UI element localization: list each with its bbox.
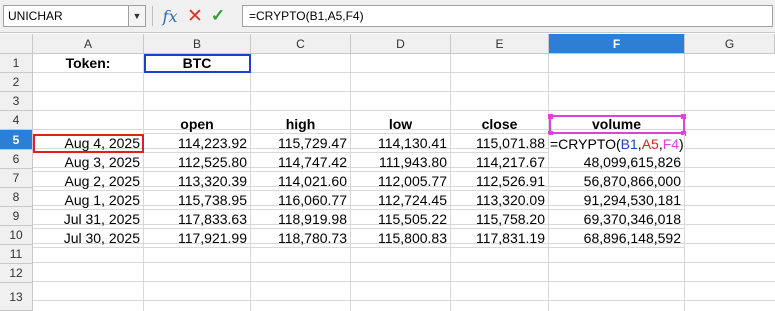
cell-b1-token-value[interactable]: BTC: [144, 54, 251, 73]
column-header-e[interactable]: E: [451, 34, 549, 54]
ref-handle[interactable]: [681, 114, 686, 119]
cell-open[interactable]: 114,223.92: [144, 134, 251, 153]
row-header-5[interactable]: 5: [0, 130, 33, 150]
formula-suffix: ): [679, 136, 684, 152]
formula-text: =CRYPTO(B1,A5,F4): [249, 9, 364, 23]
select-all-corner[interactable]: [0, 34, 33, 54]
function-wizard-icon[interactable]: fx: [160, 5, 180, 27]
cell-open[interactable]: 113,320.39: [144, 172, 251, 191]
row-header-3[interactable]: 3: [0, 92, 33, 111]
column-header-g[interactable]: G: [685, 34, 775, 54]
formula-ref-a5: A5: [641, 136, 659, 152]
column-header-b[interactable]: B: [144, 34, 251, 54]
row-header-8[interactable]: 8: [0, 188, 33, 207]
cell-high[interactable]: 118,780.73: [251, 229, 351, 248]
formula-ref-f4: F4: [662, 136, 680, 152]
cell-close[interactable]: 115,071.88: [451, 134, 549, 153]
cell-close[interactable]: 112,526.91: [451, 172, 549, 191]
cell-high[interactable]: 114,021.60: [251, 172, 351, 191]
cell-date[interactable]: Aug 2, 2025: [33, 172, 144, 191]
cell-open[interactable]: 112,525.80: [144, 153, 251, 172]
header-volume[interactable]: volume: [549, 115, 685, 134]
row-header-1[interactable]: 1: [0, 54, 33, 73]
cell-low[interactable]: 112,724.45: [351, 191, 451, 210]
column-header-c[interactable]: C: [251, 34, 351, 54]
formula-prefix: =CRYPTO(: [550, 136, 621, 152]
cell-date[interactable]: Aug 1, 2025: [33, 191, 144, 210]
cell-low[interactable]: 112,005.77: [351, 172, 451, 191]
cell-low[interactable]: 111,943.80: [351, 153, 451, 172]
cell-date[interactable]: Aug 3, 2025: [33, 153, 144, 172]
cell-close[interactable]: 117,831.19: [451, 229, 549, 248]
row-header-9[interactable]: 9: [0, 207, 33, 226]
row-header-4[interactable]: 4: [0, 111, 33, 130]
row-header-11[interactable]: 11: [0, 245, 33, 264]
cell-open[interactable]: 117,921.99: [144, 229, 251, 248]
name-box[interactable]: UNICHAR ▼: [3, 5, 146, 27]
header-high[interactable]: high: [251, 115, 351, 134]
cell-volume[interactable]: 56,870,866,000: [549, 172, 685, 191]
cell-high[interactable]: 114,747.42: [251, 153, 351, 172]
cell-volume[interactable]: 91,294,530,181: [549, 191, 685, 210]
row-header-6[interactable]: 6: [0, 150, 33, 169]
column-header-a[interactable]: A: [33, 34, 144, 54]
cell-volume[interactable]: 69,370,346,018: [549, 210, 685, 229]
row-header-13[interactable]: 13: [0, 283, 33, 311]
cell-high[interactable]: 115,729.47: [251, 134, 351, 153]
column-header-f[interactable]: F: [549, 34, 685, 54]
accept-icon[interactable]: ✓: [209, 5, 227, 27]
header-close[interactable]: close: [451, 115, 549, 134]
row-header-10[interactable]: 10: [0, 226, 33, 245]
cell-open[interactable]: 117,833.63: [144, 210, 251, 229]
ref-handle[interactable]: [548, 114, 553, 119]
row-header-12[interactable]: 12: [0, 264, 33, 283]
cell-f5-editing-formula[interactable]: =CRYPTO(B1,A5,F4): [549, 135, 684, 154]
cancel-icon[interactable]: ✕: [186, 5, 204, 27]
cell-date[interactable]: Jul 31, 2025: [33, 210, 144, 229]
cell-high[interactable]: 118,919.98: [251, 210, 351, 229]
cell-a1-token-label[interactable]: Token:: [33, 54, 144, 73]
cell-date[interactable]: Jul 30, 2025: [33, 229, 144, 248]
toolbar-separator: [152, 6, 153, 26]
cell-low[interactable]: 114,130.41: [351, 134, 451, 153]
cell-high[interactable]: 116,060.77: [251, 191, 351, 210]
header-low[interactable]: low: [351, 115, 451, 134]
cell-date[interactable]: Aug 4, 2025: [33, 134, 144, 153]
cell-open[interactable]: 115,738.95: [144, 191, 251, 210]
column-header-d[interactable]: D: [351, 34, 451, 54]
row-header-7[interactable]: 7: [0, 169, 33, 188]
row-header-2[interactable]: 2: [0, 73, 33, 92]
formula-bar: UNICHAR ▼ fx ✕ ✓ =CRYPTO(B1,A5,F4): [0, 0, 775, 33]
chevron-down-icon[interactable]: ▼: [128, 6, 145, 26]
cell-volume[interactable]: 48,099,615,826: [549, 153, 685, 172]
cell-close[interactable]: 114,217.67: [451, 153, 549, 172]
cell-low[interactable]: 115,505.22: [351, 210, 451, 229]
cell-close[interactable]: 113,320.09: [451, 191, 549, 210]
name-box-value: UNICHAR: [8, 9, 63, 23]
cell-close[interactable]: 115,758.20: [451, 210, 549, 229]
formula-input[interactable]: =CRYPTO(B1,A5,F4): [242, 5, 773, 27]
cell-low[interactable]: 115,800.83: [351, 229, 451, 248]
cell-volume[interactable]: 68,896,148,592: [549, 229, 685, 248]
formula-ref-b1: B1: [620, 136, 638, 152]
header-open[interactable]: open: [144, 115, 251, 134]
